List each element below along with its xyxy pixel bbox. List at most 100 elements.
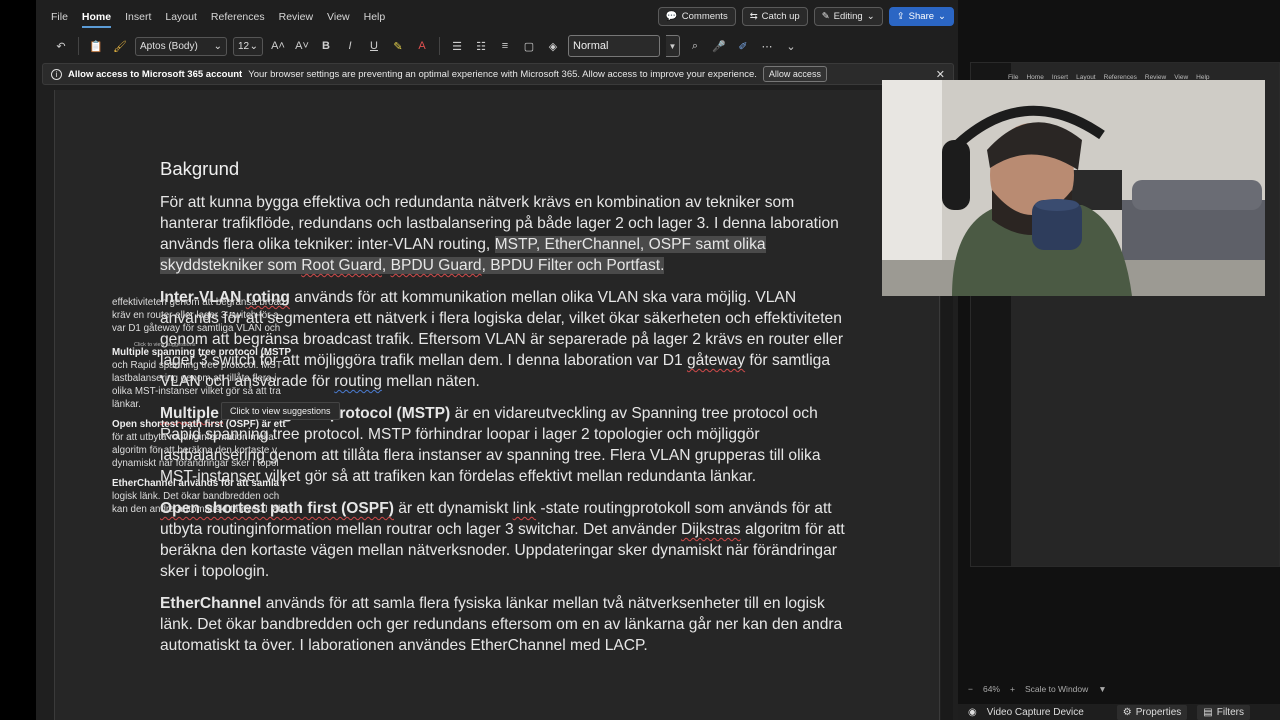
catchup-button[interactable]: ⇆ Catch up	[741, 7, 808, 26]
properties-label: Properties	[1135, 706, 1182, 718]
borders-icon[interactable]: ▢	[520, 40, 538, 53]
shrink-font-icon[interactable]: A˅	[293, 40, 311, 52]
grammar-flag[interactable]: routing	[334, 373, 382, 390]
spelling-flag[interactable]: BPDU Guard	[391, 257, 482, 274]
style-select[interactable]: Normal	[568, 35, 660, 57]
comments-button[interactable]: 💬 Comments	[657, 7, 736, 26]
webcam-image	[882, 80, 1265, 296]
camera-icon: ◉	[968, 706, 977, 718]
search-icon[interactable]: ⌕	[686, 40, 704, 53]
close-icon[interactable]: ✕	[936, 68, 945, 81]
collapse-ribbon-icon[interactable]: ⌄	[782, 40, 800, 53]
section-heading: Bakgrund	[160, 158, 240, 179]
preview-paragraph: Open shortest path first (OSPF) är ett f…	[112, 418, 302, 470]
preview-line: länkar.	[112, 399, 141, 410]
font-size-select[interactable]: 12 ⌄	[233, 36, 263, 56]
menu-actions: 💬 Comments ⇆ Catch up ✎ Editing ⌄ ⇪ Share ⌄	[657, 7, 954, 26]
menu-review[interactable]: Review	[272, 0, 320, 34]
menu-layout[interactable]: Layout	[158, 0, 204, 34]
notification-bar: i Allow access to Microsoft 365 account …	[42, 63, 954, 85]
shading-icon[interactable]: ◈	[544, 40, 562, 53]
filters-button[interactable]: ▤ Filters	[1197, 704, 1250, 720]
pencil-icon: ✎	[821, 11, 830, 22]
preview-line: dynamiskt när förändringar sker i topol	[112, 458, 279, 469]
more-options-icon[interactable]: ⋯	[758, 40, 776, 53]
menu-references[interactable]: References	[204, 0, 272, 34]
zoom-level: 64%	[982, 684, 1000, 694]
spelling-flag[interactable]: gåteway	[687, 352, 745, 369]
text-run: , BPDU Filter och Portfast.	[481, 257, 665, 274]
menu-bar: File Home Insert Layout References Revie…	[36, 0, 958, 34]
allow-access-button[interactable]: Allow access	[762, 66, 827, 82]
bold-icon[interactable]: B	[317, 40, 335, 52]
paragraph-intro: För att kunna bygga effektiva och redund…	[160, 192, 850, 276]
filters-label: Filters	[1216, 706, 1244, 718]
text-run: används för att samla flera fysiska länk…	[160, 595, 843, 654]
menu-help[interactable]: Help	[357, 0, 393, 34]
numbering-icon[interactable]: ☷	[472, 40, 490, 53]
menu-view[interactable]: View	[320, 0, 357, 34]
spelling-flag[interactable]: link	[513, 500, 536, 517]
undo-icon[interactable]: ↶	[52, 40, 70, 53]
paragraph-etherchannel: EtherChannel används för att samla flera…	[160, 593, 850, 656]
menu-file[interactable]: File	[44, 0, 75, 34]
obs-controls: − 64% + Scale to Window ▼ ◉ Video Captur…	[958, 680, 1280, 720]
share-label: Share	[908, 11, 935, 22]
zoom-controls: − 64% + Scale to Window ▼	[968, 684, 1107, 694]
font-color-icon[interactable]: A	[413, 40, 431, 52]
editor-icon[interactable]: ✐	[734, 40, 752, 53]
screen-edge	[0, 0, 36, 720]
style-dropdown[interactable]: ▼	[666, 35, 680, 57]
preview-line: kräv en router eller lager 3 switch för …	[112, 310, 279, 321]
bullets-icon[interactable]: ☰	[448, 40, 466, 53]
font-name-value: Aptos (Body)	[140, 40, 198, 52]
text-run: är ett dynamiskt	[393, 500, 513, 517]
comment-icon: 💬	[665, 11, 678, 22]
preview-text: effektiviteten genom att begränsa broad …	[112, 296, 302, 523]
highlight-icon[interactable]: ✎	[389, 40, 407, 53]
align-icon[interactable]: ≡	[496, 40, 514, 52]
info-icon: i	[51, 68, 62, 80]
filter-icon: ▤	[1203, 706, 1213, 718]
underline-icon[interactable]: U	[365, 40, 383, 52]
menu-insert[interactable]: Insert	[118, 0, 158, 34]
italic-icon[interactable]: I	[341, 40, 359, 52]
bold-text: EtherChannel	[160, 595, 262, 612]
preview-line: effektiviteten genom att begränsa broad	[112, 297, 285, 308]
webcam-overlay	[882, 80, 1265, 296]
editing-button[interactable]: ✎ Editing ⌄	[813, 7, 883, 26]
comments-label: Comments	[681, 11, 728, 22]
font-name-select[interactable]: Aptos (Body) ⌄	[135, 36, 227, 56]
properties-button[interactable]: ⚙ Properties	[1116, 704, 1188, 720]
chevron-down-icon: ⌄	[213, 40, 222, 52]
preview-line: för att utbyta routinginformation mella	[112, 432, 274, 443]
menu-home[interactable]: Home	[75, 0, 118, 34]
editing-label: Editing	[833, 11, 863, 22]
format-painter-icon[interactable]: 🖌	[111, 40, 129, 53]
paste-icon[interactable]: 📋	[87, 40, 105, 53]
preview-tooltip: Click to view suggestions	[134, 342, 196, 348]
catchup-label: Catch up	[761, 11, 800, 22]
text-run: ,	[381, 257, 391, 274]
grow-font-icon[interactable]: A˄	[269, 40, 287, 52]
dictate-icon[interactable]: 🎤	[710, 40, 728, 53]
spelling-flag[interactable]: Dijkstras	[681, 521, 741, 538]
zoom-in-icon[interactable]: +	[1010, 684, 1015, 694]
spelling-flag[interactable]: Root Guard	[301, 257, 382, 274]
preview-line: Open shortest path first (OSPF) är ett	[112, 419, 286, 430]
catchup-icon: ⇆	[749, 11, 758, 22]
scale-mode[interactable]: Scale to Window	[1025, 684, 1088, 694]
share-button[interactable]: ⇪ Share ⌄	[888, 7, 954, 26]
ribbon-divider	[78, 37, 79, 55]
style-value: Normal	[573, 40, 609, 52]
chevron-down-icon[interactable]: ▼	[1098, 684, 1106, 694]
preview-line: logisk länk. Det ökar bandbredden och	[112, 491, 280, 502]
chevron-down-icon: ⌄	[938, 11, 946, 22]
preview-line: kan den andra automatiskt ta över. I lab	[112, 504, 284, 515]
ribbon-divider	[439, 37, 440, 55]
zoom-out-icon[interactable]: −	[968, 684, 973, 694]
source-toolbar: ◉ Video Capture Device ⚙ Properties ▤ Filt…	[958, 704, 1280, 720]
chevron-down-icon: ▼	[668, 41, 677, 51]
preview-line: var D1 gåteway för samtliga VLAN och	[112, 323, 281, 334]
chevron-down-icon: ⌄	[866, 11, 875, 22]
